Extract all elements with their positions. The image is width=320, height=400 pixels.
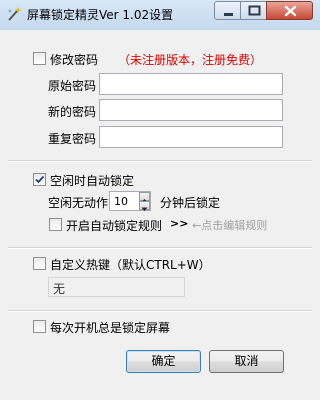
startup-lock-label[interactable]: 每次开机总是锁定屏幕: [50, 319, 170, 336]
maximize-button[interactable]: [240, 1, 267, 20]
divider: [8, 247, 312, 249]
settings-window: 屏幕锁定精灵Ver 1.02设置 修改密码 （未注册版本，注册免费） 原始密码 …: [0, 0, 320, 400]
minimize-button[interactable]: [214, 1, 241, 20]
change-password-checkbox[interactable]: [33, 52, 46, 65]
idle-lock-checkbox[interactable]: [33, 173, 46, 186]
idle-prefix-label: 空闲无动作: [48, 196, 109, 210]
window-title: 屏幕锁定精灵Ver 1.02设置: [27, 8, 174, 22]
new-password-field[interactable]: [99, 99, 283, 121]
close-button[interactable]: [266, 1, 313, 20]
idle-minutes-stepper[interactable]: 10: [109, 191, 151, 211]
title-bar[interactable]: 屏幕锁定精灵Ver 1.02设置: [0, 0, 320, 30]
edit-rules-arrows[interactable]: >>: [170, 217, 188, 230]
wand-icon: [6, 6, 22, 22]
minimize-icon: [224, 13, 233, 16]
old-password-label: 原始密码: [48, 79, 97, 93]
auto-lock-rule-checkbox[interactable]: [49, 218, 62, 231]
new-password-label: 新的密码: [48, 105, 97, 119]
idle-suffix-label: 分钟后锁定: [160, 196, 221, 210]
ok-button[interactable]: 确定: [126, 350, 201, 373]
startup-lock-checkbox[interactable]: [33, 320, 46, 333]
cancel-button[interactable]: 取消: [209, 350, 284, 373]
divider: [8, 310, 312, 312]
stepper-down-button[interactable]: [139, 201, 150, 211]
stepper-up-button[interactable]: [139, 192, 150, 203]
custom-hotkey-label[interactable]: 自定义热键（默认CTRL+W）: [50, 256, 211, 273]
repeat-password-field[interactable]: [99, 126, 283, 148]
repeat-password-label: 重复密码: [48, 132, 97, 146]
settings-panel: 修改密码 （未注册版本，注册免费） 原始密码 新的密码 重复密码 空闲时自动锁定…: [8, 30, 312, 392]
checkmark-icon: [35, 175, 45, 184]
auto-lock-rule-label[interactable]: 开启自动锁定规则: [66, 217, 162, 234]
idle-lock-label[interactable]: 空闲时自动锁定: [50, 172, 134, 189]
edit-rules-hint[interactable]: ←点击编辑规则: [192, 217, 267, 233]
custom-hotkey-checkbox[interactable]: [33, 257, 46, 270]
maximize-icon: [248, 5, 261, 16]
close-icon: [284, 5, 297, 17]
idle-minutes-value[interactable]: 10: [114, 195, 128, 208]
unregistered-notice: （未注册版本，注册免费）: [118, 53, 263, 67]
hotkey-field[interactable]: 无: [48, 277, 185, 297]
divider: [8, 160, 312, 162]
change-password-label[interactable]: 修改密码: [50, 51, 98, 68]
arrow-down-icon: [141, 207, 148, 211]
old-password-field[interactable]: [99, 73, 283, 95]
